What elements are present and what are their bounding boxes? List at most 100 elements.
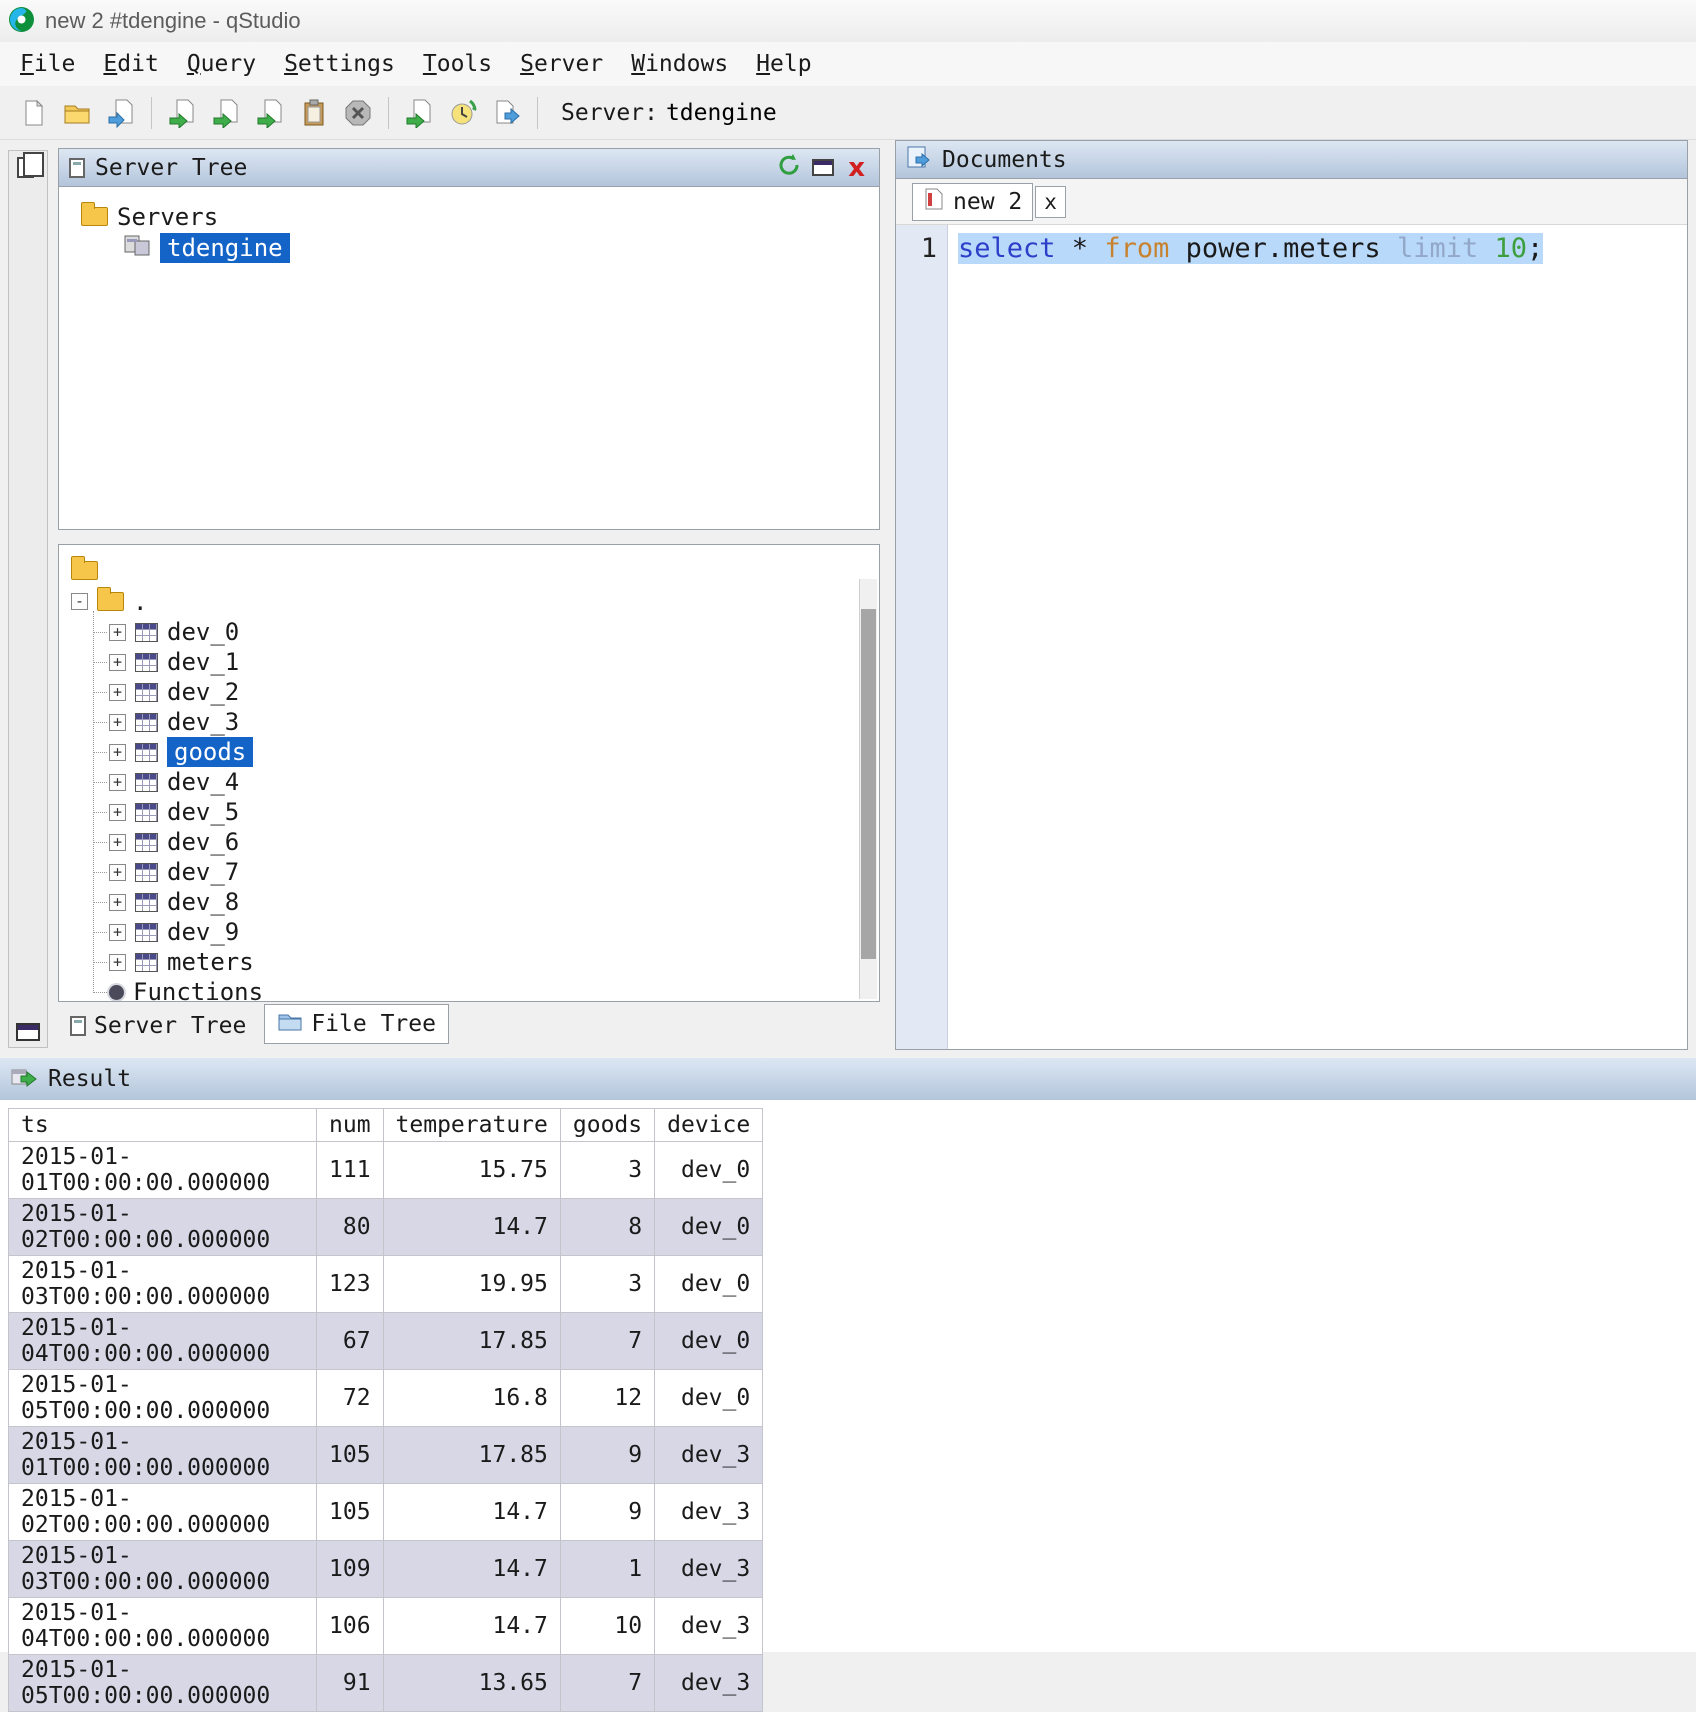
tree-item-dev_6[interactable]: + dev_6 — [71, 827, 879, 857]
expand-icon[interactable]: + — [109, 834, 126, 851]
refresh-schedule-button[interactable] — [444, 93, 482, 133]
tree-item-functions[interactable]: Functions — [71, 977, 879, 1002]
tree-item-goods[interactable]: + goods — [71, 737, 879, 767]
table-cell: 14.7 — [383, 1598, 560, 1655]
minimized-window-icon[interactable] — [16, 1023, 40, 1041]
expand-icon[interactable]: + — [109, 654, 126, 671]
tree-item-tdengine[interactable]: tdengine — [123, 232, 879, 263]
result-icon — [10, 1064, 38, 1094]
expand-icon[interactable]: + — [109, 744, 126, 761]
paste-button[interactable] — [295, 93, 333, 133]
menu-help[interactable]: Help — [742, 46, 825, 82]
expand-icon[interactable]: + — [109, 684, 126, 701]
column-header-ts[interactable]: ts — [9, 1109, 317, 1142]
table-row[interactable]: 2015-01-04T00:00:00.00000010614.710dev_3 — [9, 1598, 763, 1655]
menu-server[interactable]: Server — [506, 46, 617, 82]
menu-windows[interactable]: Windows — [617, 46, 742, 82]
expand-icon[interactable]: + — [109, 774, 126, 791]
table-row[interactable]: 2015-01-03T00:00:00.00000012319.953dev_0 — [9, 1256, 763, 1313]
sql-keyword-limit: limit — [1397, 233, 1478, 264]
expand-icon[interactable]: + — [109, 864, 126, 881]
new-file-button[interactable] — [14, 93, 52, 133]
expand-icon[interactable]: + — [109, 624, 126, 641]
table-row[interactable]: 2015-01-05T00:00:00.0000009113.657dev_3 — [9, 1655, 763, 1712]
table-row[interactable]: 2015-01-03T00:00:00.00000010914.71dev_3 — [9, 1541, 763, 1598]
file-tree-tab-icon — [277, 1010, 303, 1038]
column-header-temperature[interactable]: temperature — [383, 1109, 560, 1142]
table-icon — [135, 893, 158, 912]
tree-item-label: dev_1 — [167, 648, 239, 676]
column-header-goods[interactable]: goods — [560, 1109, 654, 1142]
column-header-device[interactable]: device — [655, 1109, 763, 1142]
scrollbar-thumb[interactable] — [861, 609, 876, 959]
tree-item-dev_0[interactable]: + dev_0 — [71, 617, 879, 647]
tree-item-label: dev_9 — [167, 918, 239, 946]
tree-item-dev_2[interactable]: + dev_2 — [71, 677, 879, 707]
result-header: Result — [0, 1058, 1696, 1100]
save-button[interactable] — [102, 93, 140, 133]
tree-item-servers[interactable]: Servers — [81, 201, 879, 232]
stop-button[interactable] — [339, 93, 377, 133]
run-line-button[interactable] — [251, 93, 289, 133]
execute-script-button[interactable] — [400, 93, 438, 133]
close-icon[interactable]: x — [844, 155, 869, 181]
menu-edit[interactable]: Edit — [89, 46, 172, 82]
table-row[interactable]: 2015-01-02T00:00:00.00000010514.79dev_3 — [9, 1484, 763, 1541]
menubar: File Edit Query Settings Tools Server Wi… — [0, 42, 1696, 86]
tree-root-folder[interactable] — [71, 555, 879, 586]
sql-star: * — [1056, 233, 1105, 264]
tab-file-tree[interactable]: File Tree — [264, 1004, 449, 1044]
tab-server-tree[interactable]: Server Tree — [58, 1008, 258, 1044]
menu-file[interactable]: File — [6, 46, 89, 82]
open-file-button[interactable] — [58, 93, 96, 133]
export-button[interactable] — [488, 93, 526, 133]
tab-close-button[interactable]: x — [1035, 186, 1066, 218]
maximize-icon[interactable] — [812, 159, 834, 176]
tree-item-dot[interactable]: - . — [71, 586, 879, 617]
table-icon — [135, 743, 158, 762]
menu-tools[interactable]: Tools — [409, 46, 506, 82]
expand-icon[interactable]: + — [109, 924, 126, 941]
document-tab-label: new 2 — [953, 189, 1022, 215]
restore-panels-icon[interactable] — [17, 157, 34, 178]
tree-item-dev_9[interactable]: + dev_9 — [71, 917, 879, 947]
menu-settings[interactable]: Settings — [270, 46, 409, 82]
expand-icon[interactable]: + — [109, 804, 126, 821]
expand-icon[interactable]: + — [109, 894, 126, 911]
refresh-icon[interactable] — [776, 152, 802, 184]
code-area[interactable]: select * from power.meters limit 10; — [948, 225, 1687, 1049]
table-icon — [135, 833, 158, 852]
expand-icon[interactable]: + — [109, 954, 126, 971]
table-row[interactable]: 2015-01-01T00:00:00.00000011115.753dev_0 — [9, 1142, 763, 1199]
run-query-button[interactable] — [163, 93, 201, 133]
run-selection-button[interactable] — [207, 93, 245, 133]
menu-query[interactable]: Query — [173, 46, 270, 82]
table-icon — [135, 773, 158, 792]
tree-item-meters[interactable]: + meters — [71, 947, 879, 977]
server-icon — [123, 233, 151, 263]
functions-icon — [109, 985, 124, 1000]
tree-item-dev_5[interactable]: + dev_5 — [71, 797, 879, 827]
expand-icon[interactable]: + — [109, 714, 126, 731]
tree-item-dev_8[interactable]: + dev_8 — [71, 887, 879, 917]
table-row[interactable]: 2015-01-01T00:00:00.00000010517.859dev_3 — [9, 1427, 763, 1484]
table-row[interactable]: 2015-01-04T00:00:00.0000006717.857dev_0 — [9, 1313, 763, 1370]
tree-item-dev_7[interactable]: + dev_7 — [71, 857, 879, 887]
table-row[interactable]: 2015-01-02T00:00:00.0000008014.78dev_0 — [9, 1199, 763, 1256]
sql-editor[interactable]: 1 select * from power.meters limit 10; — [896, 225, 1687, 1049]
folder-icon — [97, 592, 124, 611]
table-icon — [135, 953, 158, 972]
table-row[interactable]: 2015-01-05T00:00:00.0000007216.812dev_0 — [9, 1370, 763, 1427]
table-cell: 80 — [317, 1199, 384, 1256]
column-header-num[interactable]: num — [317, 1109, 384, 1142]
sql-semicolon: ; — [1527, 233, 1543, 264]
table-cell: 14.7 — [383, 1199, 560, 1256]
tree-item-dev_3[interactable]: + dev_3 — [71, 707, 879, 737]
tree-item-dev_1[interactable]: + dev_1 — [71, 647, 879, 677]
collapse-icon[interactable]: - — [71, 593, 88, 610]
server-input[interactable] — [666, 100, 826, 126]
document-tab[interactable]: new 2 — [912, 183, 1033, 221]
main-area: Server Tree x Servers tdengine — [0, 140, 1696, 1058]
file-tree-scrollbar[interactable] — [859, 579, 877, 999]
tree-item-dev_4[interactable]: + dev_4 — [71, 767, 879, 797]
